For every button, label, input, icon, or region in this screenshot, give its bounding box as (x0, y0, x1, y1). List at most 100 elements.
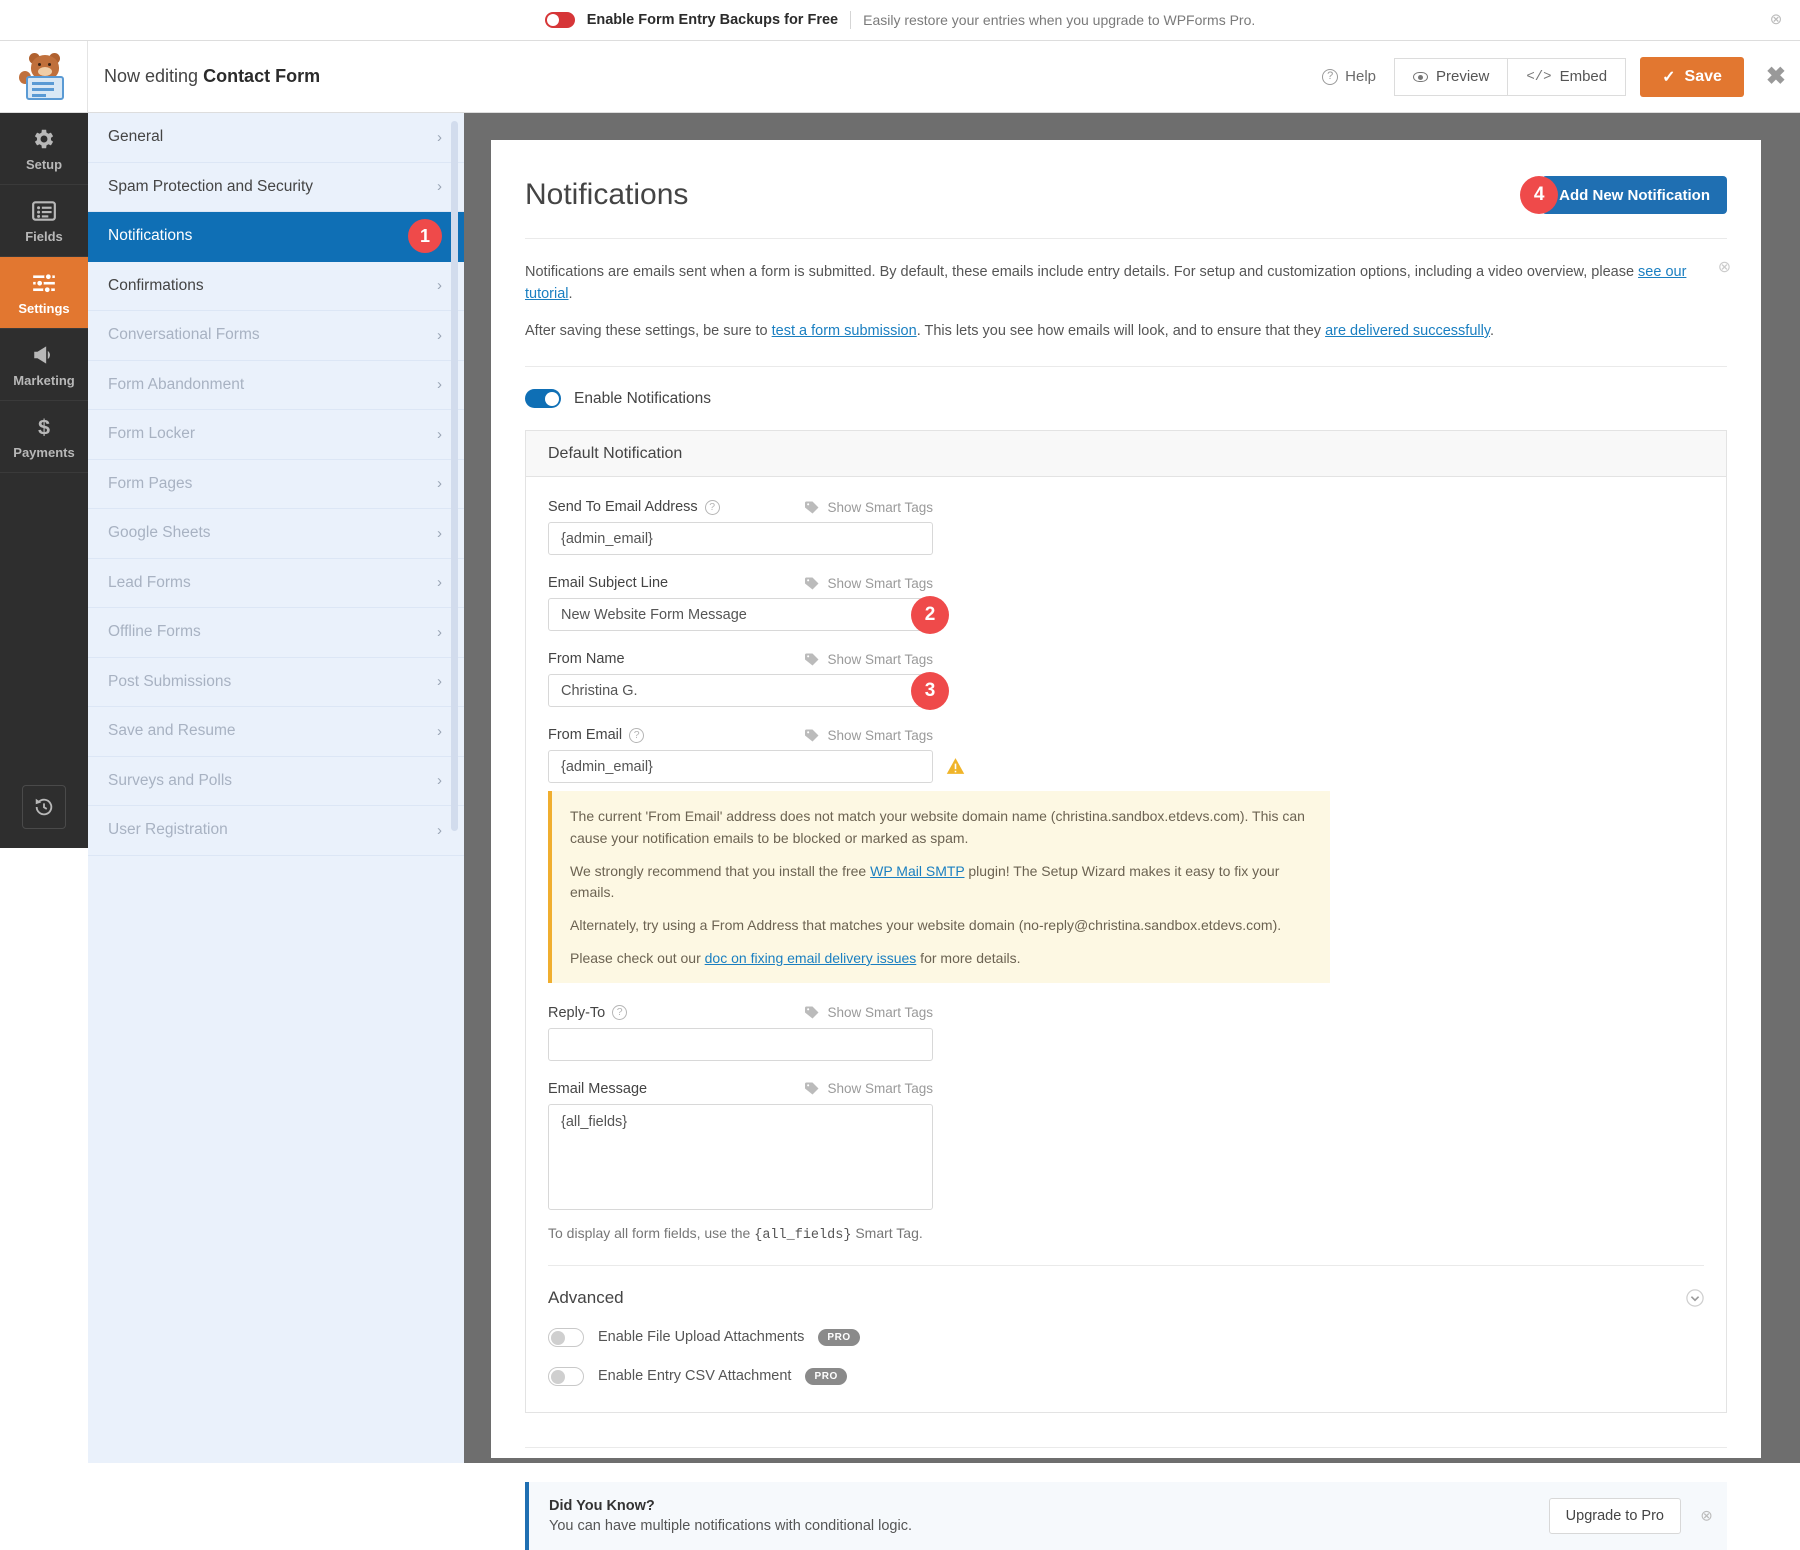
description-1-text-a: Notifications are emails sent when a for… (525, 264, 1638, 280)
settings-item-general[interactable]: General › (88, 113, 464, 163)
test-form-submission-link[interactable]: test a form submission (772, 323, 917, 339)
send-to-email-label: Send To Email Address (548, 499, 698, 515)
settings-item-save-and-resume[interactable]: Save and Resume › (88, 707, 464, 757)
settings-menu-panel: General › Spam Protection and Security ›… (88, 113, 464, 1463)
notice-4-text-a: Please check out our (570, 950, 705, 966)
field-header: Email Message Show Smart Tags (548, 1081, 933, 1097)
email-subject-input[interactable] (548, 598, 933, 631)
settings-item-label: Notifications (108, 227, 192, 245)
settings-item-post-submissions[interactable]: Post Submissions › (88, 658, 464, 708)
revision-history-button[interactable] (22, 785, 66, 829)
did-you-know-text: Did You Know? You can have multiple noti… (549, 1498, 912, 1534)
settings-item-confirmations[interactable]: Confirmations › (88, 262, 464, 312)
settings-item-label: Form Pages (108, 475, 192, 493)
pro-badge: PRO (805, 1368, 846, 1385)
notice-paragraph-2: We strongly recommend that you install t… (570, 861, 1312, 904)
rail-item-marketing[interactable]: Marketing (0, 329, 88, 401)
close-editor-icon[interactable]: ✖ (1766, 65, 1786, 89)
embed-button[interactable]: </> Embed (1508, 58, 1626, 96)
reply-to-input[interactable] (548, 1028, 933, 1061)
settings-item-offline-forms[interactable]: Offline Forms › (88, 608, 464, 658)
field-header: Email Subject Line Show Smart Tags (548, 575, 933, 591)
tag-icon (805, 501, 820, 514)
settings-item-user-registration[interactable]: User Registration › (88, 806, 464, 856)
show-smart-tags-button[interactable]: Show Smart Tags (805, 1005, 933, 1020)
tag-icon (805, 1006, 820, 1019)
from-email-input[interactable] (548, 750, 933, 783)
help-tooltip-icon[interactable]: ? (629, 728, 644, 743)
chevron-right-icon: › (437, 475, 442, 492)
rail-item-settings[interactable]: Settings (0, 257, 88, 329)
settings-item-conversational-forms[interactable]: Conversational Forms › (88, 311, 464, 361)
help-button[interactable]: ? Help (1322, 68, 1376, 85)
promo-title[interactable]: Enable Form Entry Backups for Free (587, 12, 838, 28)
did-you-know-banner: Did You Know? You can have multiple noti… (525, 1482, 1727, 1550)
settings-item-form-abandonment[interactable]: Form Abandonment › (88, 361, 464, 411)
settings-item-label: Form Locker (108, 425, 195, 443)
show-smart-tags-button[interactable]: Show Smart Tags (805, 576, 933, 591)
email-message-hint: To display all form fields, use the {all… (548, 1225, 1704, 1243)
chevron-right-icon: › (437, 525, 442, 542)
help-tooltip-icon[interactable]: ? (705, 500, 720, 515)
chevron-down-icon[interactable] (1686, 1289, 1704, 1307)
upgrade-to-pro-button[interactable]: Upgrade to Pro (1549, 1498, 1681, 1534)
step-badge-2: 2 (911, 596, 949, 634)
settings-item-form-pages[interactable]: Form Pages › (88, 460, 464, 510)
show-smart-tags-button[interactable]: Show Smart Tags (805, 500, 933, 515)
chevron-right-icon: › (437, 723, 442, 740)
description-dismiss-icon[interactable]: ⊗ (1716, 259, 1733, 276)
warning-triangle-icon[interactable] (946, 757, 965, 775)
wpforms-logo[interactable] (0, 41, 88, 112)
from-email-label: From Email (548, 727, 622, 743)
description-2-text-c: . (1490, 323, 1494, 339)
field-header: From Name Show Smart Tags (548, 651, 933, 667)
from-name-input[interactable] (548, 674, 933, 707)
enable-notifications-row: Enable Notifications (491, 367, 1761, 408)
notice-2-text-a: We strongly recommend that you install t… (570, 863, 870, 879)
save-button[interactable]: ✓ Save (1640, 57, 1744, 97)
promo-dismiss-icon[interactable]: ⊗ (1768, 12, 1784, 28)
settings-item-lead-forms[interactable]: Lead Forms › (88, 559, 464, 609)
email-subject-label: Email Subject Line (548, 575, 668, 591)
settings-item-google-sheets[interactable]: Google Sheets › (88, 509, 464, 559)
description-1-text-b: . (569, 286, 573, 302)
editor-header: Now editing Contact Form ? Help Preview … (0, 41, 1800, 113)
file-upload-label: Enable File Upload Attachments (598, 1329, 804, 1345)
settings-item-notifications[interactable]: Notifications 1 (88, 212, 464, 262)
rail-item-setup[interactable]: Setup (0, 113, 88, 185)
page-title: Now editing Contact Form (104, 66, 320, 87)
settings-panel-scrollbar[interactable] (451, 121, 458, 831)
show-smart-tags-button[interactable]: Show Smart Tags (805, 1081, 933, 1096)
enable-entry-csv-toggle[interactable] (548, 1367, 584, 1386)
wp-mail-smtp-link[interactable]: WP Mail SMTP (870, 863, 964, 879)
advanced-section-header[interactable]: Advanced (548, 1288, 1704, 1308)
did-you-know-dismiss-icon[interactable]: ⊗ (1698, 1507, 1715, 1524)
show-smart-tags-button[interactable]: Show Smart Tags (805, 728, 933, 743)
settings-item-surveys-and-polls[interactable]: Surveys and Polls › (88, 757, 464, 807)
step-badge-4: 4 (1520, 176, 1558, 214)
show-smart-tags-button[interactable]: Show Smart Tags (805, 652, 933, 667)
settings-item-label: Post Submissions (108, 673, 231, 691)
settings-item-label: Conversational Forms (108, 326, 260, 344)
hint-text-a: To display all form fields, use the (548, 1225, 754, 1241)
promo-content: Enable Form Entry Backups for Free Easil… (545, 11, 1256, 29)
field-send-to-email: Send To Email Address ? Show Smart Tags (548, 499, 1704, 555)
email-delivery-doc-link[interactable]: doc on fixing email delivery issues (705, 950, 917, 966)
enable-file-upload-toggle[interactable] (548, 1328, 584, 1347)
sliders-icon (31, 270, 57, 296)
email-message-textarea[interactable]: {all_fields} (548, 1104, 933, 1210)
settings-item-label: General (108, 128, 163, 146)
rail-item-payments[interactable]: $ Payments (0, 401, 88, 473)
settings-item-spam-protection[interactable]: Spam Protection and Security › (88, 163, 464, 213)
help-tooltip-icon[interactable]: ? (612, 1005, 627, 1020)
add-new-notification-button[interactable]: Add New Notification (1542, 176, 1727, 214)
chevron-right-icon: › (437, 327, 442, 344)
enable-notifications-toggle[interactable] (525, 389, 561, 408)
send-to-email-input[interactable] (548, 522, 933, 555)
delivered-successfully-link[interactable]: are delivered successfully (1325, 323, 1490, 339)
rail-item-fields[interactable]: Fields (0, 185, 88, 257)
settings-item-form-locker[interactable]: Form Locker › (88, 410, 464, 460)
field-header: Send To Email Address ? Show Smart Tags (548, 499, 933, 515)
promo-toggle-icon[interactable] (545, 12, 575, 28)
preview-button[interactable]: Preview (1394, 58, 1508, 96)
